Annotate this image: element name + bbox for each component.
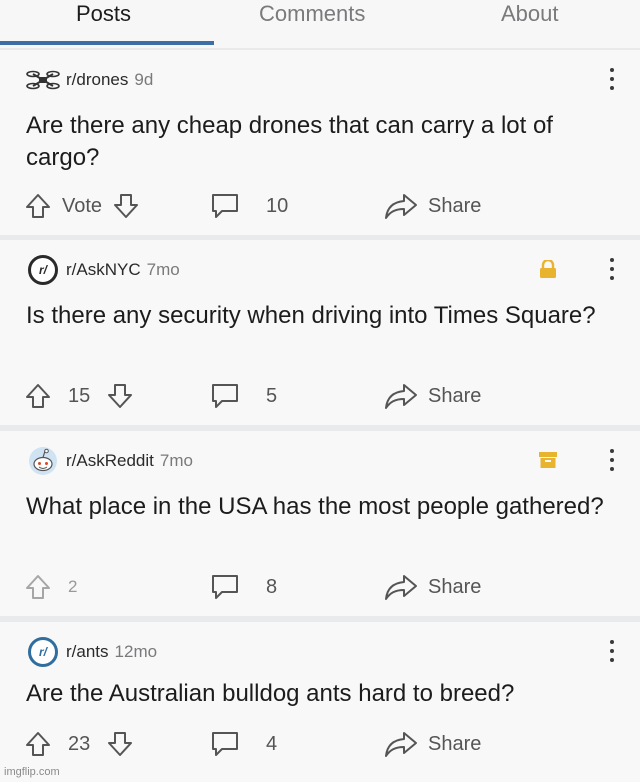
more-options-icon[interactable] — [608, 258, 616, 280]
comments-button[interactable]: 5 — [210, 380, 277, 412]
vote-count: 15 — [68, 384, 91, 407]
post-age: 9d — [134, 70, 154, 89]
comment-icon — [210, 573, 240, 601]
comment-icon — [210, 382, 240, 410]
comment-count: 10 — [266, 194, 289, 217]
post-actions: Vote 10 Share — [24, 190, 624, 222]
watermark: imgflip.com — [4, 766, 60, 778]
post-meta: r/drones 9d — [26, 66, 153, 94]
post-card[interactable]: r/ r/ants 12mo Are the Australian bulldo… — [0, 622, 640, 782]
upvote-icon[interactable] — [24, 382, 52, 410]
post-actions: 2 8 Share — [24, 571, 624, 603]
comments-button[interactable]: 10 — [210, 190, 288, 222]
vote-count: 2 — [68, 577, 78, 596]
more-options-icon[interactable] — [608, 640, 616, 662]
tab-comments[interactable]: Comments — [259, 0, 365, 30]
comment-icon — [210, 730, 240, 758]
downvote-icon[interactable] — [106, 730, 134, 758]
subreddit-avatar: r/ — [26, 637, 60, 667]
drone-icon — [26, 66, 60, 94]
subreddit-avatar: r/ — [26, 255, 60, 285]
vote-group: 23 — [24, 728, 134, 760]
post-card[interactable]: r/drones 9d Are there any cheap drones t… — [0, 50, 640, 235]
share-label: Share — [428, 384, 482, 407]
share-label: Share — [428, 194, 482, 217]
comments-button[interactable]: 4 — [210, 728, 277, 760]
post-actions: 15 5 Share — [24, 380, 624, 412]
post-card[interactable]: r/ r/AskNYC 7mo Is there any security wh… — [0, 240, 640, 425]
upvote-icon — [24, 573, 52, 601]
share-button[interactable]: Share — [384, 728, 481, 760]
comment-count: 8 — [266, 575, 278, 598]
more-options-icon[interactable] — [608, 449, 616, 471]
post-title[interactable]: What place in the USA has the most peopl… — [26, 491, 616, 523]
share-button[interactable]: Share — [384, 190, 481, 222]
more-options-icon[interactable] — [608, 68, 616, 90]
post-age: 7mo — [159, 451, 193, 470]
snoo-icon — [26, 447, 60, 475]
comment-count: 4 — [266, 732, 278, 755]
archive-icon — [538, 451, 558, 469]
downvote-icon[interactable] — [106, 382, 134, 410]
vote-count: 23 — [68, 732, 91, 755]
share-label: Share — [428, 575, 482, 598]
profile-tabs: Posts Comments About — [0, 0, 640, 48]
post-meta: r/ r/AskNYC 7mo — [26, 255, 180, 285]
tab-about[interactable]: About — [501, 0, 559, 30]
post-age: 12mo — [114, 642, 158, 661]
subreddit-name[interactable]: r/AskNYC — [66, 260, 141, 280]
vote-group: 15 — [24, 380, 134, 412]
post-actions: 23 4 Share — [24, 728, 624, 760]
comment-icon — [210, 192, 240, 220]
share-icon — [384, 573, 418, 601]
comment-count: 5 — [266, 384, 278, 407]
comments-button[interactable]: 8 — [210, 571, 277, 603]
active-tab-indicator — [0, 41, 214, 45]
subreddit-name[interactable]: r/AskReddit — [66, 451, 154, 471]
post-meta: r/AskReddit 7mo — [26, 447, 193, 475]
post-title[interactable]: Are there any cheap drones that can carr… — [26, 110, 616, 174]
vote-group: Vote — [24, 190, 140, 222]
share-label: Share — [428, 732, 482, 755]
share-icon — [384, 730, 418, 758]
post-age: 7mo — [146, 260, 180, 279]
share-button[interactable]: Share — [384, 571, 481, 603]
post-card[interactable]: r/AskReddit 7mo What place in the USA ha… — [0, 431, 640, 616]
subreddit-avatar-label: r/ — [28, 255, 58, 285]
subreddit-name[interactable]: r/ants — [66, 642, 109, 662]
post-meta: r/ r/ants 12mo — [26, 637, 158, 667]
subreddit-name[interactable]: r/drones — [66, 70, 128, 90]
lock-icon — [538, 258, 558, 278]
share-button[interactable]: Share — [384, 380, 481, 412]
downvote-icon[interactable] — [112, 192, 140, 220]
post-title[interactable]: Is there any security when driving into … — [26, 300, 616, 332]
tab-posts[interactable]: Posts — [76, 0, 131, 30]
post-title[interactable]: Are the Australian bulldog ants hard to … — [26, 678, 616, 710]
upvote-icon[interactable] — [24, 192, 52, 220]
share-icon — [384, 192, 418, 220]
upvote-icon[interactable] — [24, 730, 52, 758]
vote-count: Vote — [62, 194, 103, 217]
vote-group: 2 — [24, 571, 77, 603]
share-icon — [384, 382, 418, 410]
subreddit-avatar-label: r/ — [28, 637, 58, 667]
